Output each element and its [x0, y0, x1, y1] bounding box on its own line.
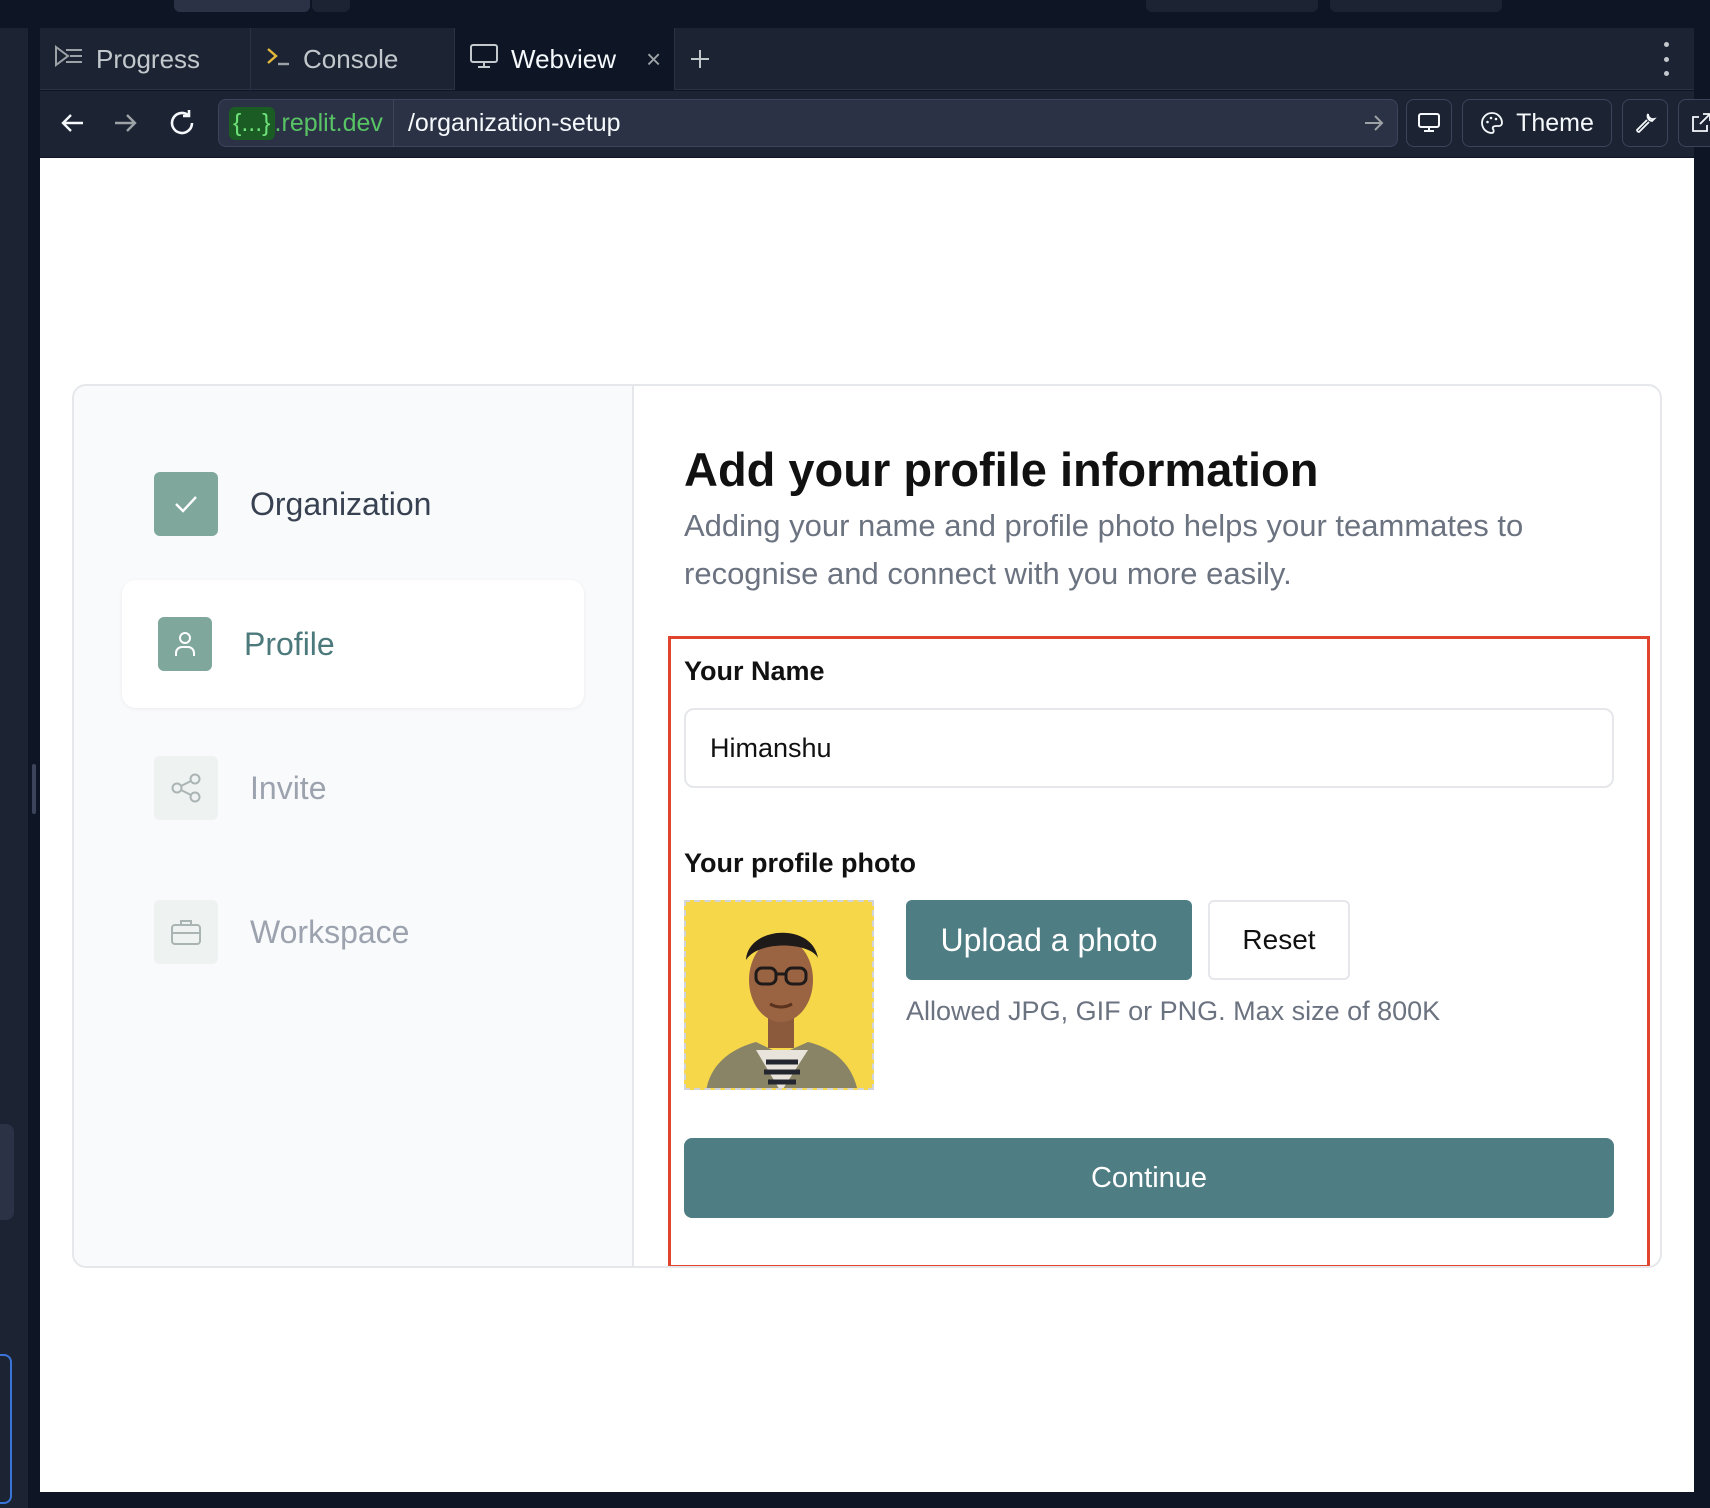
setup-card: Organization Profile Invite Workspace Ad…	[72, 384, 1662, 1268]
window-top-strip	[0, 0, 1710, 28]
check-icon	[154, 472, 218, 536]
theme-label: Theme	[1516, 108, 1594, 137]
step-profile[interactable]: Profile	[122, 580, 584, 708]
sidebar-tab[interactable]	[0, 1124, 14, 1220]
url-field[interactable]: {...} .replit.dev /organization-setup	[218, 99, 1398, 147]
device-preview-button[interactable]	[1406, 99, 1452, 147]
tab-label: Console	[303, 43, 399, 74]
devtools-button[interactable]	[1622, 99, 1668, 147]
page-title: Add your profile information	[684, 443, 1319, 496]
more-options-icon[interactable]	[1660, 42, 1672, 76]
step-label: Workspace	[250, 913, 410, 950]
reload-button[interactable]	[160, 101, 204, 145]
progress-icon	[54, 44, 84, 75]
forward-button[interactable]	[104, 101, 148, 145]
arrow-right-icon	[1365, 115, 1384, 131]
tab-label: Webview	[511, 43, 617, 74]
step-invite[interactable]: Invite	[122, 724, 584, 852]
briefcase-icon	[154, 900, 218, 964]
wrench-icon	[1636, 113, 1657, 133]
monitor-icon	[1418, 113, 1440, 132]
back-button[interactable]	[50, 101, 94, 145]
sidebar-tab-selected[interactable]	[0, 1354, 12, 1504]
top-pill[interactable]	[174, 0, 310, 12]
screen: Progress Console Webview × {...} .replit…	[0, 0, 1710, 1508]
profile-photo	[684, 900, 874, 1090]
webview-content: Organization Profile Invite Workspace Ad…	[40, 158, 1694, 1492]
name-input[interactable]	[684, 708, 1614, 788]
tab-console[interactable]: Console	[251, 28, 455, 90]
resize-handle[interactable]	[32, 764, 36, 814]
share-icon	[154, 756, 218, 820]
step-label: Profile	[244, 625, 335, 662]
tab-label: Progress	[96, 43, 201, 74]
upload-photo-button[interactable]: Upload a photo	[906, 900, 1192, 980]
continue-button[interactable]: Continue	[684, 1138, 1614, 1218]
top-pill[interactable]	[1330, 0, 1502, 12]
reload-icon	[170, 110, 194, 135]
url-domain-suffix: .replit.dev	[274, 108, 383, 137]
webview-panel: Progress Console Webview × {...} .replit…	[40, 28, 1710, 1492]
top-pill[interactable]	[1146, 0, 1318, 12]
add-tab-button[interactable]	[680, 28, 720, 90]
tab-progress[interactable]: Progress	[40, 28, 251, 90]
palette-icon	[1481, 112, 1503, 134]
steps-sidebar: Organization Profile Invite Workspace	[74, 386, 634, 1266]
reset-button[interactable]: Reset	[1208, 900, 1350, 980]
monitor-icon	[469, 42, 499, 77]
terminal-icon	[265, 44, 291, 75]
arrow-right-icon	[115, 114, 137, 132]
photo-label: Your profile photo	[684, 848, 916, 878]
theme-button[interactable]: Theme	[1462, 99, 1612, 147]
arrow-left-icon	[61, 114, 83, 132]
left-sidebar-edge	[0, 28, 36, 1508]
url-path[interactable]: /organization-setup	[394, 109, 1351, 138]
user-icon	[158, 617, 212, 671]
open-new-tab-button[interactable]	[1678, 99, 1710, 147]
tab-bar: Progress Console Webview ×	[40, 28, 1694, 90]
external-link-icon	[1692, 113, 1710, 132]
url-domain-prefix: {...}	[229, 106, 275, 140]
close-icon[interactable]: ×	[646, 44, 661, 75]
name-label: Your Name	[684, 656, 825, 686]
step-organization[interactable]: Organization	[122, 440, 584, 568]
go-button[interactable]	[1351, 113, 1397, 133]
profile-form-area: Add your profile information Adding your…	[636, 386, 1660, 1266]
tab-webview[interactable]: Webview ×	[455, 28, 675, 90]
page-subtitle: Adding your name and profile photo helps…	[684, 508, 1524, 591]
plus-icon	[691, 50, 709, 68]
address-bar: {...} .replit.dev /organization-setup Th…	[40, 91, 1710, 157]
step-workspace[interactable]: Workspace	[122, 868, 584, 996]
url-domain[interactable]: {...} .replit.dev	[219, 100, 394, 146]
step-label: Organization	[250, 485, 432, 522]
step-label: Invite	[250, 769, 327, 806]
top-pill[interactable]	[312, 0, 350, 12]
upload-hint: Allowed JPG, GIF or PNG. Max size of 800…	[906, 996, 1441, 1026]
